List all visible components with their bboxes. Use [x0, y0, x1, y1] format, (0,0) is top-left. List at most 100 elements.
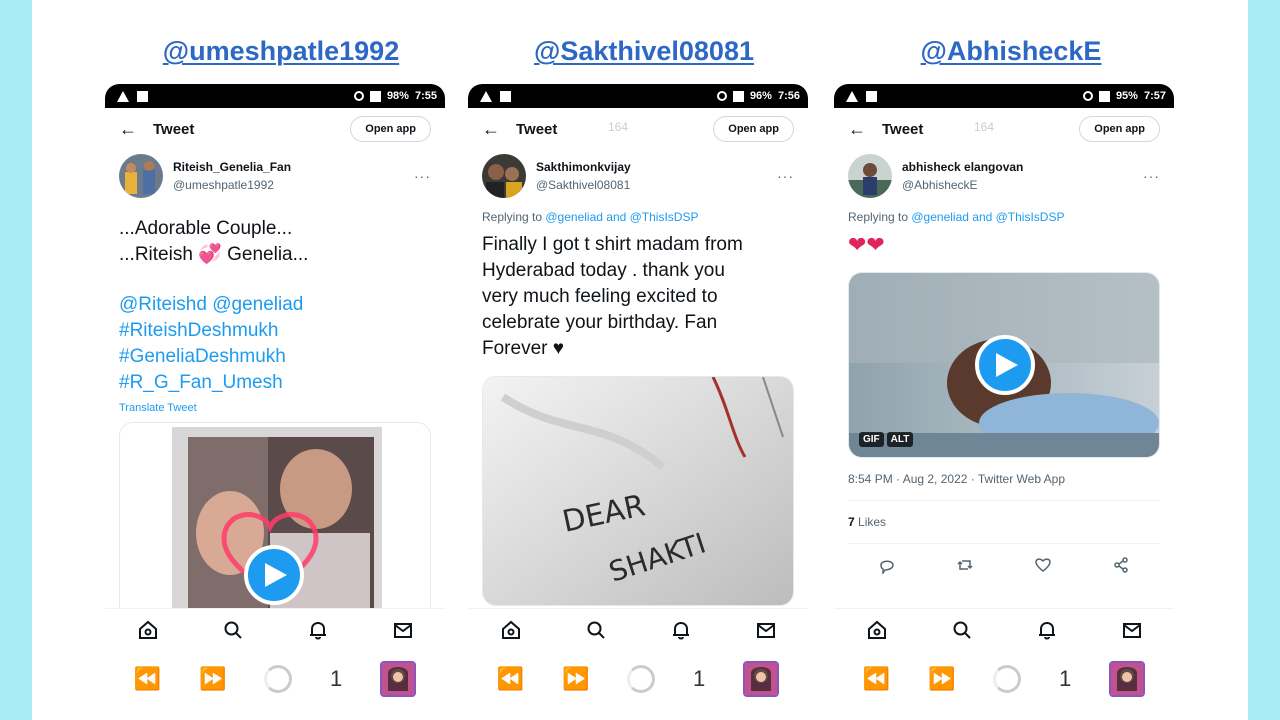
hashtag-link[interactable]: #GeneliaDeshmukh: [119, 344, 431, 370]
rewind-icon[interactable]: ⏪: [497, 666, 524, 692]
nfc-icon: [1082, 91, 1093, 101]
phone-screenshot-3: 95% 7:57 ← Tweet 164 Open app abhisheck e…: [834, 84, 1174, 708]
mention-link[interactable]: @Riteishd @geneliad: [119, 292, 431, 318]
tshirt-photo: DEAR SHAKTI: [483, 377, 793, 605]
rewind-icon[interactable]: ⏪: [863, 666, 890, 692]
like-heart-icon[interactable]: [1034, 556, 1052, 579]
hashtag-link[interactable]: #R_G_Fan_Umesh: [119, 370, 431, 396]
alt-badge[interactable]: ALT: [886, 432, 914, 447]
tweet-video[interactable]: [119, 422, 431, 622]
media-badges: GIF ALT: [859, 432, 914, 447]
collage-canvas: @umeshpatle1992 @Sakthivel08081 @Abhishe…: [32, 0, 1248, 720]
search-icon[interactable]: [950, 618, 974, 642]
home-icon[interactable]: [136, 618, 160, 642]
username[interactable]: @umeshpatle1992: [173, 176, 291, 194]
tweet-gif[interactable]: GIF ALT: [848, 272, 1160, 458]
clock-time: 7:56: [777, 90, 800, 102]
header-title: Tweet: [516, 120, 558, 138]
tweet-photo[interactable]: DEAR SHAKTI: [482, 376, 794, 606]
status-bar: 95% 7:57: [834, 84, 1174, 108]
translate-tweet-link[interactable]: Translate Tweet: [105, 402, 445, 414]
tweet-line: ❤❤: [848, 232, 885, 257]
clock-time: 7:55: [414, 90, 437, 102]
tab-count[interactable]: 1: [330, 666, 342, 692]
bottom-nav: [468, 608, 808, 650]
more-options-icon[interactable]: ···: [414, 168, 431, 184]
play-button[interactable]: [244, 545, 304, 605]
back-arrow-icon[interactable]: ←: [848, 119, 882, 140]
phone-screenshot-2: 96% 7:56 ← Tweet 164 Open app Sakthimonkv…: [468, 84, 808, 708]
username[interactable]: @Sakthivel08081: [536, 176, 631, 194]
messages-envelope-icon[interactable]: [1120, 618, 1144, 642]
nfc-icon: [716, 91, 727, 101]
rewind-icon[interactable]: ⏪: [134, 666, 161, 692]
faded-retweet-count: 164: [974, 120, 995, 134]
more-options-icon[interactable]: ···: [1143, 168, 1160, 184]
replying-prefix: Replying to: [848, 210, 912, 224]
panel-1-handle-link[interactable]: @umeshpatle1992: [163, 36, 399, 67]
notifications-bell-icon[interactable]: [1035, 618, 1059, 642]
replying-to-links[interactable]: @geneliad and @ThisIsDSP: [911, 210, 1064, 224]
likes-count: 7: [848, 515, 855, 529]
warning-icon: [117, 90, 129, 102]
retweet-icon[interactable]: [956, 556, 974, 579]
avatar[interactable]: [848, 154, 892, 198]
messages-envelope-icon[interactable]: [391, 618, 415, 642]
tweet-header: ← Tweet Open app: [105, 108, 445, 150]
tweet-timestamp[interactable]: 8:54 PM · Aug 2, 2022 · Twitter Web App: [848, 458, 1160, 501]
header-title: Tweet: [153, 120, 195, 138]
home-icon[interactable]: [865, 618, 889, 642]
open-app-button[interactable]: Open app: [350, 116, 431, 142]
loading-ring-icon: [264, 665, 293, 693]
back-arrow-icon[interactable]: ←: [482, 119, 516, 140]
more-options-icon[interactable]: ···: [777, 168, 794, 184]
display-name[interactable]: Sakthimonkvijay: [536, 158, 631, 176]
hashtag-link[interactable]: #RiteishDeshmukh: [119, 318, 431, 344]
battery-percent: 98%: [386, 90, 409, 102]
open-app-button[interactable]: Open app: [1079, 116, 1160, 142]
play-button[interactable]: [975, 335, 1035, 395]
notifications-bell-icon[interactable]: [669, 618, 693, 642]
system-bar: ⏪ ⏩ 1: [468, 650, 808, 708]
reply-icon[interactable]: [878, 556, 896, 579]
fast-forward-icon[interactable]: ⏩: [928, 666, 955, 692]
back-arrow-icon[interactable]: ←: [119, 119, 153, 140]
profile-thumbnail[interactable]: [1109, 661, 1146, 697]
messages-envelope-icon[interactable]: [754, 618, 778, 642]
fast-forward-icon[interactable]: ⏩: [199, 666, 226, 692]
image-icon: [500, 90, 511, 102]
image-icon: [137, 90, 148, 102]
display-name[interactable]: abhisheck elangovan: [902, 158, 1023, 176]
fast-forward-icon[interactable]: ⏩: [562, 666, 589, 692]
warning-icon: [480, 90, 492, 102]
profile-thumbnail[interactable]: [380, 661, 417, 697]
tab-count[interactable]: 1: [693, 666, 705, 692]
tweet-header: ← Tweet 164 Open app: [468, 108, 808, 150]
replying-to-links[interactable]: @geneliad and @ThisIsDSP: [545, 210, 698, 224]
notifications-bell-icon[interactable]: [306, 618, 330, 642]
gif-badge: GIF: [859, 432, 884, 447]
avatar[interactable]: [482, 154, 526, 198]
tweet-line: very much feeling excited to: [482, 286, 718, 307]
panel-3-handle-link[interactable]: @AbhisheckE: [921, 36, 1102, 67]
tab-count[interactable]: 1: [1059, 666, 1071, 692]
profile-thumbnail[interactable]: [743, 661, 780, 697]
display-name[interactable]: Riteish_Genelia_Fan: [173, 158, 291, 176]
loading-ring-icon: [627, 665, 656, 693]
likes-row[interactable]: 7 Likes: [848, 501, 1160, 544]
avatar[interactable]: [119, 154, 163, 198]
tweet-author: abhisheck elangovan @AbhisheckE ···: [834, 150, 1174, 202]
home-icon[interactable]: [499, 618, 523, 642]
tweet-author: Riteish_Genelia_Fan @umeshpatle1992 ···: [105, 150, 445, 202]
open-app-button[interactable]: Open app: [713, 116, 794, 142]
search-icon[interactable]: [221, 618, 245, 642]
faded-retweet-count: 164: [608, 120, 629, 134]
tweet-line: Hyderabad today . thank you: [482, 260, 725, 281]
panel-2-handle-link[interactable]: @Sakthivel08081: [534, 36, 754, 67]
tweet-line: ...Riteish 💞 Genelia...: [119, 244, 309, 265]
username[interactable]: @AbhisheckE: [902, 176, 1023, 194]
share-icon[interactable]: [1112, 556, 1130, 579]
clock-time: 7:57: [1143, 90, 1166, 102]
search-icon[interactable]: [584, 618, 608, 642]
loading-ring-icon: [993, 665, 1022, 693]
